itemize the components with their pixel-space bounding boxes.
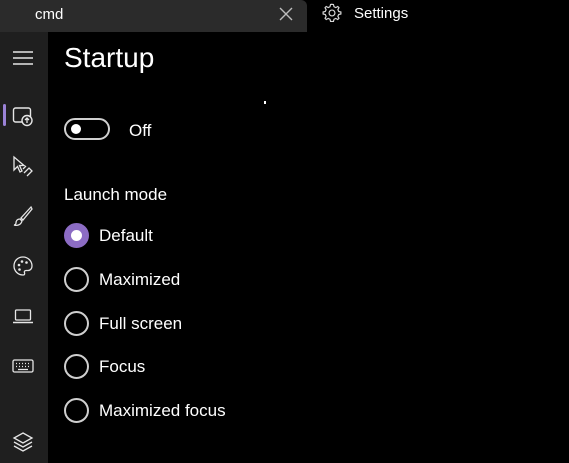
sidebar-item-startup[interactable] <box>0 96 48 136</box>
actions-keyboard-icon <box>12 359 34 373</box>
tab-bar: cmd Settings <box>0 0 569 32</box>
radio-button[interactable] <box>64 311 89 336</box>
appearance-brush-icon <box>13 205 33 227</box>
toggle-state-label: Off <box>129 121 152 140</box>
radio-label: Maximized <box>99 270 181 289</box>
sidebar-item-color-schemes[interactable] <box>0 246 48 286</box>
startup-toggle[interactable] <box>64 118 110 140</box>
active-indicator <box>3 104 6 126</box>
radio-button[interactable] <box>64 267 89 292</box>
sidebar-item-appearance[interactable] <box>0 196 48 236</box>
radio-button-selected[interactable] <box>64 223 89 248</box>
sidebar-item-interaction[interactable] <box>0 146 48 186</box>
color-schemes-palette-icon <box>13 256 33 276</box>
close-icon[interactable] <box>276 4 296 24</box>
sidebar-item-actions[interactable] <box>0 346 48 386</box>
tab-settings-label: Settings <box>354 5 409 22</box>
hamburger-menu-button[interactable] <box>0 38 48 78</box>
toggle-knob <box>71 124 81 134</box>
sidebar-item-rendering[interactable] <box>0 296 48 336</box>
gear-icon <box>321 2 343 24</box>
radio-default[interactable]: Default <box>64 221 364 251</box>
radio-button[interactable] <box>64 398 89 423</box>
sidebar-item-profiles[interactable] <box>0 422 48 462</box>
radio-maximized-focus[interactable]: Maximized focus <box>64 396 364 426</box>
hamburger-menu-icon <box>13 51 33 65</box>
rendering-laptop-icon <box>13 309 33 324</box>
radio-label: Focus <box>99 357 146 376</box>
radio-maximized[interactable]: Maximized <box>64 265 364 295</box>
profiles-layers-icon <box>12 432 34 452</box>
radio-label: Full screen <box>99 314 183 333</box>
tab-cmd[interactable]: cmd <box>0 0 307 32</box>
tab-settings[interactable]: Settings <box>313 0 453 32</box>
tab-cmd-label: cmd <box>35 6 64 23</box>
radio-focus[interactable]: Focus <box>64 352 364 382</box>
radio-full-screen[interactable]: Full screen <box>64 309 364 339</box>
page-title: Startup <box>64 42 155 73</box>
sidebar <box>0 32 48 463</box>
radio-label: Default <box>99 226 153 245</box>
radio-label: Maximized focus <box>99 401 226 420</box>
cursor-mark <box>264 101 266 104</box>
startup-icon <box>12 107 33 127</box>
radio-button[interactable] <box>64 354 89 379</box>
launch-mode-label: Launch mode <box>64 185 168 204</box>
interaction-icon <box>13 155 33 177</box>
